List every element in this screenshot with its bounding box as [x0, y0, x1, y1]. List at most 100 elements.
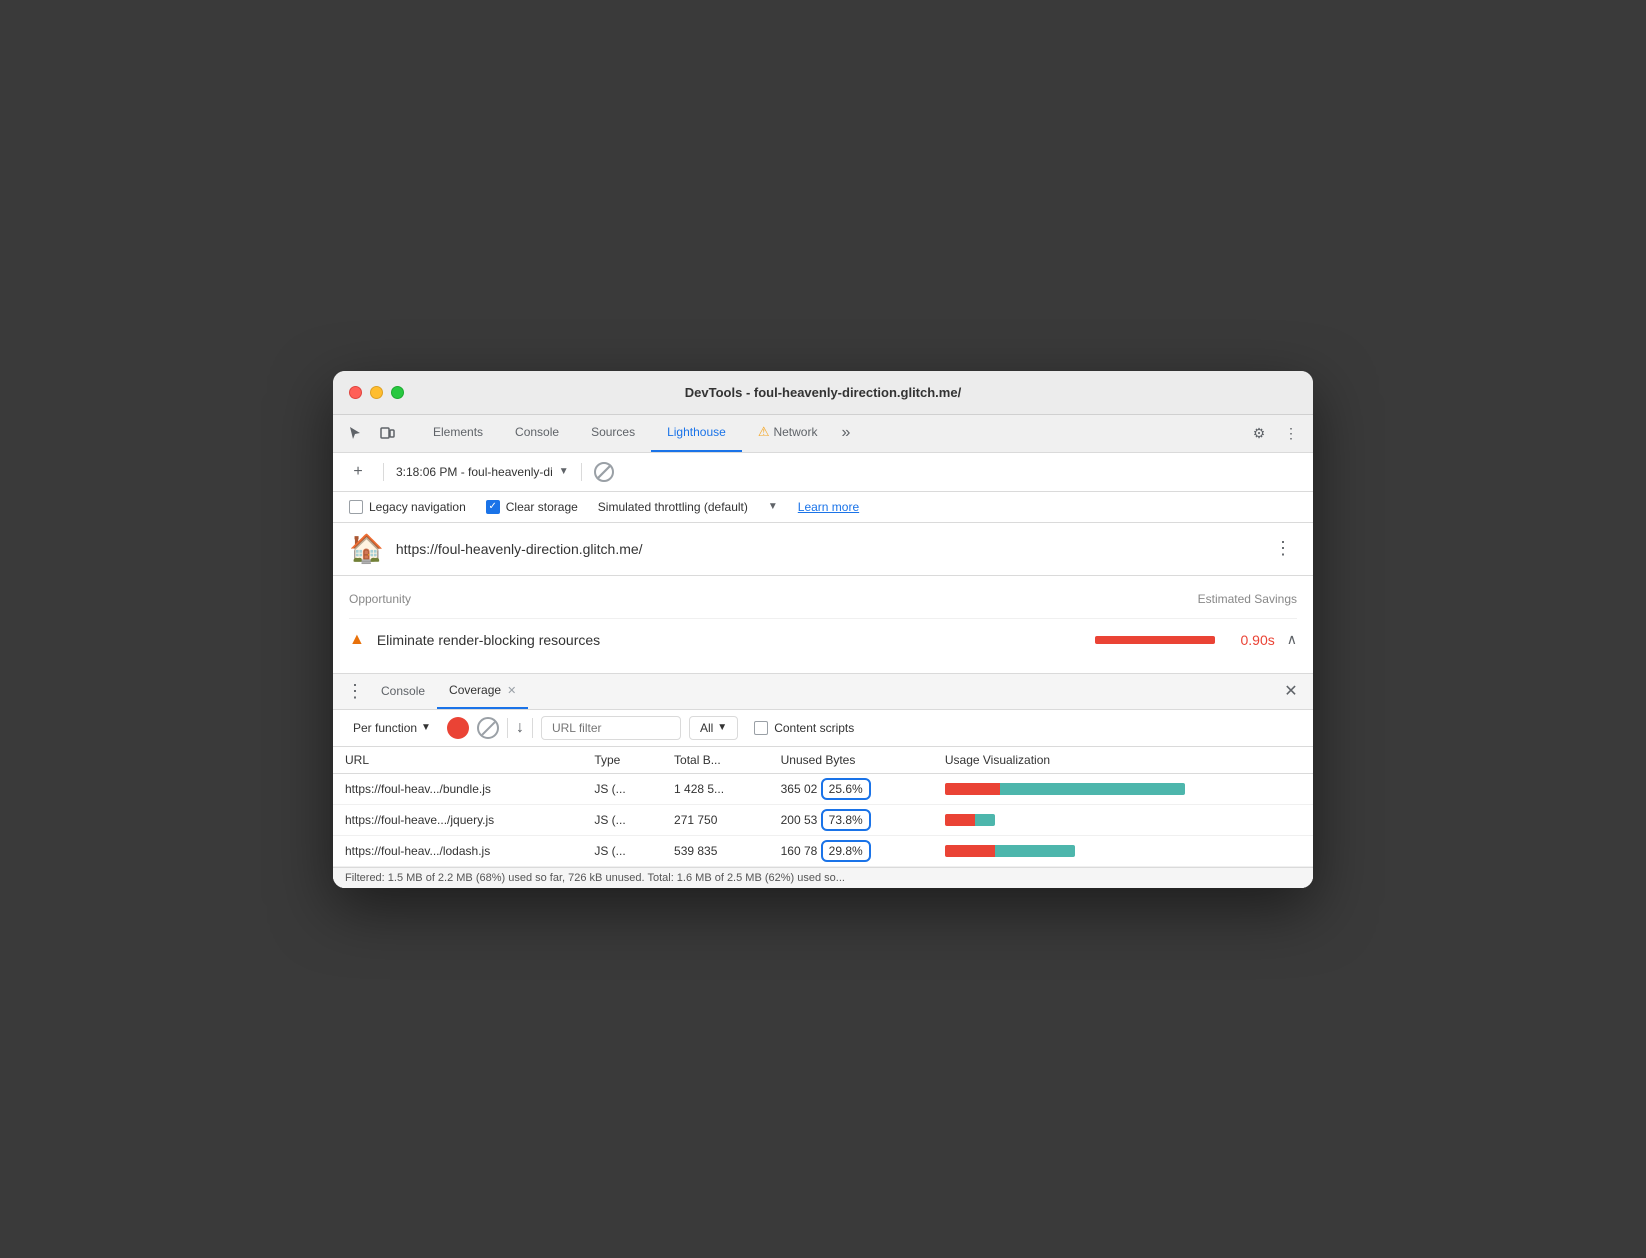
url-dropdown-arrow[interactable]: ▼ — [559, 466, 569, 477]
opportunity-warning-icon: ▲ — [349, 631, 365, 649]
status-bar: Filtered: 1.5 MB of 2.2 MB (68%) used so… — [333, 867, 1313, 888]
col-url: URL — [333, 747, 582, 774]
content-scripts-checkbox[interactable]: Content scripts — [754, 721, 854, 735]
lighthouse-more-button[interactable]: ⋮ — [1269, 535, 1297, 563]
col-unused-bytes: Unused Bytes — [769, 747, 933, 774]
table-header-row: URL Type Total B... Unused Bytes Usage V… — [333, 747, 1313, 774]
record-button[interactable] — [447, 717, 469, 739]
col-type: Type — [582, 747, 662, 774]
cell-type: JS (... — [582, 773, 662, 804]
learn-more-link[interactable]: Learn more — [798, 500, 859, 514]
tab-lighthouse[interactable]: Lighthouse — [651, 415, 742, 452]
pct-highlight: 73.8% — [821, 809, 871, 831]
cell-total-bytes: 1 428 5... — [662, 773, 769, 804]
device-icon[interactable] — [373, 419, 401, 447]
per-function-arrow: ▼ — [421, 722, 431, 733]
warning-icon: ⚠ — [758, 424, 770, 440]
table-row[interactable]: https://foul-heave.../jquery.jsJS (...27… — [333, 804, 1313, 835]
cell-unused-bytes: 365 02 25.6% — [769, 773, 933, 804]
block-icon[interactable] — [594, 462, 614, 482]
clear-storage-check-box[interactable]: ✓ — [486, 500, 500, 514]
usage-used-portion — [945, 783, 1000, 795]
coverage-toolbar: Per function ▼ ↓ All ▼ Content scripts — [333, 710, 1313, 747]
tab-elements[interactable]: Elements — [417, 415, 499, 452]
cell-type: JS (... — [582, 804, 662, 835]
cell-usage-viz — [933, 804, 1313, 835]
usage-used-portion — [945, 814, 975, 826]
tab-bar: Elements Console Sources Lighthouse ⚠ Ne… — [333, 415, 1313, 453]
savings-label: Estimated Savings — [1198, 592, 1297, 606]
tab-bar-right: ⚙ ⋮ — [1245, 419, 1305, 447]
usage-bar-container — [945, 845, 1301, 857]
clear-storage-checkbox[interactable]: ✓ Clear storage — [486, 500, 578, 514]
usage-bar — [945, 814, 995, 826]
usage-bar-container — [945, 814, 1301, 826]
cell-url: https://foul-heav.../bundle.js — [333, 773, 582, 804]
opportunity-item[interactable]: ▲ Eliminate render-blocking resources 0.… — [349, 618, 1297, 661]
tab-network[interactable]: ⚠ Network — [742, 415, 834, 452]
panel-tab-coverage[interactable]: Coverage ✕ — [437, 674, 528, 709]
throttle-dropdown-arrow[interactable]: ▼ — [768, 501, 778, 512]
panel-close-button[interactable]: ✕ — [1277, 677, 1305, 705]
cell-usage-viz — [933, 835, 1313, 866]
coverage-divider2 — [532, 718, 533, 738]
usage-unused-portion — [995, 845, 1075, 857]
col-usage-viz: Usage Visualization — [933, 747, 1313, 774]
usage-unused-portion — [975, 814, 995, 826]
devtools-window: DevTools - foul-heavenly-direction.glitc… — [333, 371, 1313, 888]
all-select-dropdown[interactable]: All ▼ — [689, 716, 738, 740]
bottom-panel: ⋮ Console Coverage ✕ ✕ Per function ▼ — [333, 673, 1313, 888]
maximize-button[interactable] — [391, 386, 404, 399]
tab-sources[interactable]: Sources — [575, 415, 651, 452]
url-filter-input[interactable] — [541, 716, 681, 740]
add-button[interactable]: + — [345, 459, 371, 485]
panel-tab-bar: ⋮ Console Coverage ✕ ✕ — [333, 674, 1313, 710]
toolbar-row: + 3:18:06 PM - foul-heavenly-di ▼ — [333, 453, 1313, 492]
per-function-dropdown[interactable]: Per function ▼ — [345, 717, 439, 739]
tab-console[interactable]: Console — [499, 415, 575, 452]
url-display: 3:18:06 PM - foul-heavenly-di ▼ — [396, 465, 569, 479]
col-total-bytes: Total B... — [662, 747, 769, 774]
opportunity-label: Opportunity — [349, 592, 411, 606]
options-row: Legacy navigation ✓ Clear storage Simula… — [333, 492, 1313, 523]
more-options-icon[interactable]: ⋮ — [1277, 419, 1305, 447]
more-tabs-button[interactable]: » — [833, 424, 858, 442]
usage-bar — [945, 783, 1185, 795]
table-row[interactable]: https://foul-heav.../bundle.jsJS (...1 4… — [333, 773, 1313, 804]
coverage-tab-close[interactable]: ✕ — [507, 684, 516, 697]
table-row[interactable]: https://foul-heav.../lodash.jsJS (...539… — [333, 835, 1313, 866]
throttle-select[interactable]: Simulated throttling (default) — [598, 500, 748, 514]
pct-highlight: 25.6% — [821, 778, 871, 800]
url-text: 3:18:06 PM - foul-heavenly-di — [396, 465, 553, 479]
all-select-arrow: ▼ — [717, 722, 727, 733]
cell-total-bytes: 271 750 — [662, 804, 769, 835]
savings-time: 0.90s — [1227, 632, 1275, 648]
legacy-nav-checkbox[interactable]: Legacy navigation — [349, 500, 466, 514]
devtools-content: Elements Console Sources Lighthouse ⚠ Ne… — [333, 415, 1313, 888]
content-scripts-check-box[interactable] — [754, 721, 768, 735]
cell-usage-viz — [933, 773, 1313, 804]
cell-unused-bytes: 160 78 29.8% — [769, 835, 933, 866]
expand-button[interactable]: ∧ — [1287, 631, 1297, 648]
opportunity-header: Opportunity Estimated Savings — [349, 592, 1297, 606]
coverage-table: URL Type Total B... Unused Bytes Usage V… — [333, 747, 1313, 867]
panel-tab-console[interactable]: Console — [369, 674, 437, 709]
settings-icon[interactable]: ⚙ — [1245, 419, 1273, 447]
usage-bar-container — [945, 783, 1301, 795]
stop-button[interactable] — [477, 717, 499, 739]
close-button[interactable] — [349, 386, 362, 399]
lighthouse-url: https://foul-heavenly-direction.glitch.m… — [396, 541, 1257, 557]
cell-unused-bytes: 200 53 73.8% — [769, 804, 933, 835]
cell-total-bytes: 539 835 — [662, 835, 769, 866]
opportunity-title: Eliminate render-blocking resources — [377, 632, 1083, 648]
opportunity-content: Opportunity Estimated Savings ▲ Eliminat… — [333, 576, 1313, 661]
cursor-icon[interactable] — [341, 419, 369, 447]
legacy-nav-check-box[interactable] — [349, 500, 363, 514]
usage-bar — [945, 845, 1075, 857]
minimize-button[interactable] — [370, 386, 383, 399]
coverage-divider — [507, 718, 508, 738]
panel-more-icon[interactable]: ⋮ — [341, 677, 369, 705]
titlebar: DevTools - foul-heavenly-direction.glitc… — [333, 371, 1313, 415]
download-button[interactable]: ↓ — [516, 719, 524, 737]
pct-highlight: 29.8% — [821, 840, 871, 862]
